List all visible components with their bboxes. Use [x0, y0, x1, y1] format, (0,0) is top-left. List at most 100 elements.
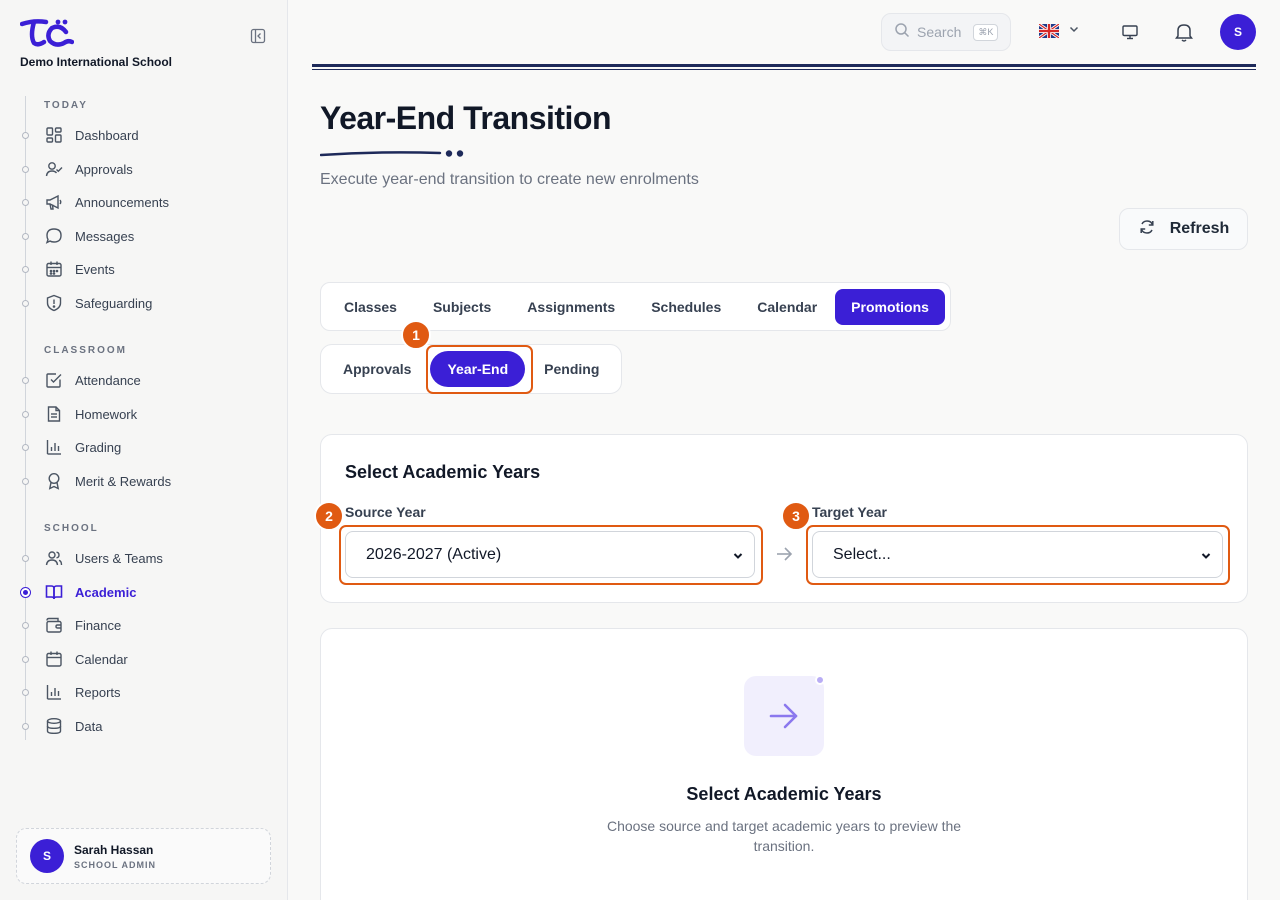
search-shortcut: ⌘K [973, 23, 999, 41]
dashboard-icon [44, 125, 64, 145]
nav-dot-active [20, 587, 31, 598]
sidebar-item-messages[interactable]: Messages [44, 223, 264, 249]
award-icon [44, 471, 64, 491]
nav-dot [22, 478, 29, 485]
nav-dot [22, 444, 29, 451]
tab-assignments[interactable]: Assignments [509, 289, 633, 325]
book-open-icon [44, 582, 64, 602]
avatar[interactable]: S [1220, 14, 1256, 50]
sidebar-item-academic[interactable]: Academic [44, 579, 264, 605]
sidebar-item-label: Academic [75, 584, 137, 600]
section-title-classroom: CLASSROOM [44, 345, 127, 356]
sidebar-item-safeguarding[interactable]: Safeguarding [44, 290, 264, 316]
user-check-icon [44, 159, 64, 179]
user-profile-card[interactable]: S Sarah Hassan SCHOOL ADMIN [16, 828, 271, 884]
checkbox-icon [44, 370, 64, 390]
calendar-icon [44, 259, 64, 279]
subtab-approvals[interactable]: Approvals [326, 351, 428, 387]
chat-bubble-icon [44, 226, 64, 246]
sidebar-item-label: Reports [75, 684, 121, 700]
search-icon [894, 22, 910, 43]
sidebar-item-label: Approvals [75, 161, 133, 177]
source-year-label: Source Year [345, 504, 426, 520]
database-icon [44, 716, 64, 736]
tab-promotions[interactable]: Promotions [835, 288, 945, 325]
sidebar-item-events[interactable]: Events [44, 256, 264, 282]
page-subtitle: Execute year-end transition to create ne… [320, 171, 699, 188]
refresh-icon [1138, 218, 1156, 241]
collapse-sidebar-icon[interactable] [250, 28, 268, 46]
refresh-button[interactable]: Refresh [1119, 208, 1248, 250]
tab-subjects[interactable]: Subjects [415, 289, 509, 325]
step-marker: 1 [401, 320, 431, 350]
avatar: S [30, 839, 64, 873]
status-dot [815, 675, 825, 685]
sidebar-item-merit-rewards[interactable]: Merit & Rewards [44, 468, 264, 494]
refresh-label: Refresh [1169, 220, 1230, 237]
chevron-down-icon [1068, 22, 1080, 40]
sidebar-item-attendance[interactable]: Attendance [44, 367, 264, 393]
nav-dot [22, 622, 29, 629]
nav-dot [22, 555, 29, 562]
sidebar-item-reports[interactable]: Reports [44, 679, 264, 705]
search-input[interactable]: Search ⌘K [881, 13, 1011, 51]
nav-dot [22, 656, 29, 663]
users-icon [44, 548, 64, 568]
sidebar-item-label: Homework [75, 406, 138, 422]
nav-rail [25, 96, 26, 740]
user-role: SCHOOL ADMIN [74, 859, 157, 870]
nav-dot [22, 266, 29, 273]
section-title-today: TODAY [44, 100, 88, 111]
sidebar-item-grading[interactable]: Grading [44, 434, 264, 460]
tab-classes[interactable]: Classes [326, 289, 415, 325]
shield-alert-icon [44, 293, 64, 313]
sidebar-item-label: Attendance [75, 372, 141, 388]
sidebar-item-users-teams[interactable]: Users & Teams [44, 545, 264, 571]
sidebar: Demo International School TODAY CLASSROO… [0, 0, 288, 900]
target-year-label: Target Year [812, 504, 887, 520]
nav-dot [22, 132, 29, 139]
nav-dot [22, 199, 29, 206]
nav-dot [22, 300, 29, 307]
bar-chart-icon [44, 682, 64, 702]
sidebar-item-label: Calendar [75, 651, 128, 667]
arrow-right-icon [744, 676, 824, 756]
language-selector[interactable] [1039, 22, 1080, 40]
calendar-icon [44, 649, 64, 669]
sidebar-item-calendar[interactable]: Calendar [44, 646, 264, 672]
sidebar-item-label: Announcements [75, 194, 169, 210]
sidebar-item-announcements[interactable]: Announcements [44, 189, 264, 215]
sidebar-item-approvals[interactable]: Approvals [44, 156, 264, 182]
page-title: Year-End Transition [320, 100, 612, 136]
bell-icon[interactable] [1172, 20, 1196, 44]
sidebar-item-dashboard[interactable]: Dashboard [44, 122, 264, 148]
sidebar-item-finance[interactable]: Finance [44, 612, 264, 638]
sidebar-item-label: Messages [75, 228, 135, 244]
nav-dot [22, 233, 29, 240]
empty-state-title: Select Academic Years [686, 784, 882, 804]
subtab-pending[interactable]: Pending [527, 351, 616, 387]
sidebar-item-label: Users & Teams [75, 550, 163, 566]
school-logo[interactable] [19, 18, 75, 53]
step-marker: 2 [314, 501, 344, 531]
school-name: Demo International School [20, 55, 173, 69]
uk-flag-icon [1039, 24, 1059, 38]
sidebar-item-homework[interactable]: Homework [44, 401, 264, 427]
tab-schedules[interactable]: Schedules [633, 289, 739, 325]
sidebar-item-data[interactable]: Data [44, 713, 264, 739]
highlight-box [426, 345, 533, 394]
nav-dot [22, 689, 29, 696]
sidebar-item-label: Events [75, 261, 115, 277]
empty-state-card [320, 628, 1248, 900]
megaphone-icon [44, 192, 64, 212]
monitor-icon[interactable] [1118, 20, 1142, 44]
nav-dot [22, 723, 29, 730]
tab-calendar[interactable]: Calendar [739, 289, 835, 325]
sidebar-item-label: Finance [75, 617, 122, 633]
sidebar-item-label: Grading [75, 439, 122, 455]
card-title: Select Academic Years [345, 462, 541, 482]
highlight-box [339, 525, 763, 585]
nav-dot [22, 166, 29, 173]
nav-dot [22, 377, 29, 384]
arrow-right-icon [775, 545, 793, 568]
